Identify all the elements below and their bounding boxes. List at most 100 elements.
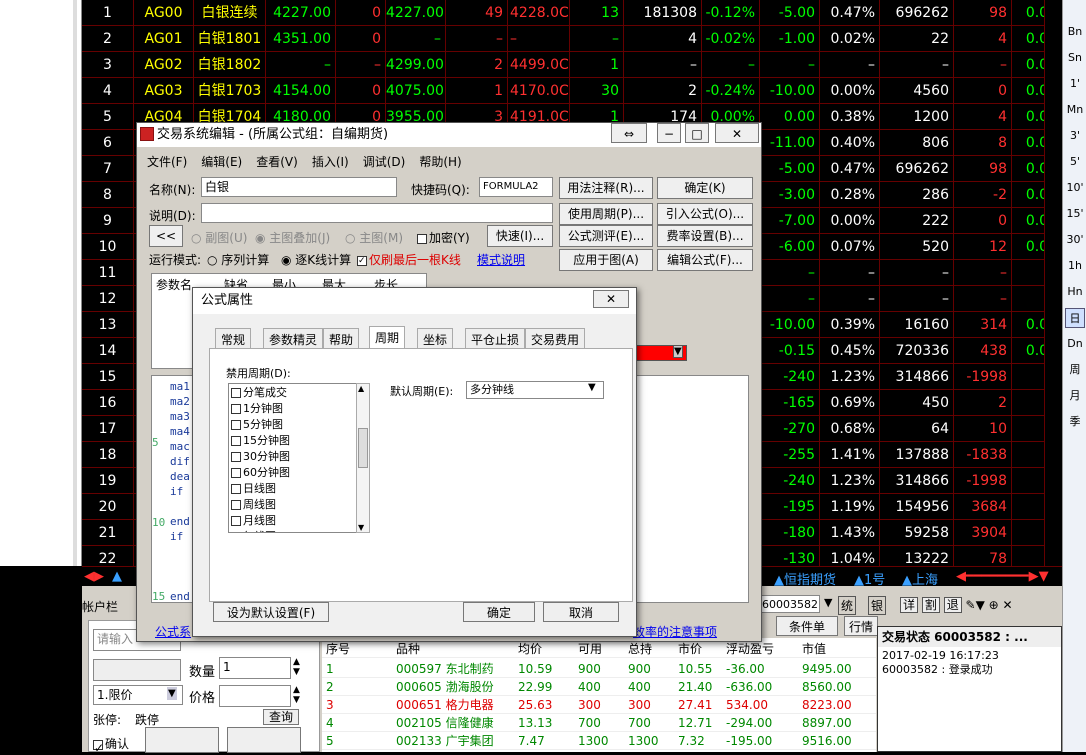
- account-btn-summary[interactable]: 统: [838, 596, 857, 615]
- radio-per-bar[interactable]: ◉ 逐K线计算: [281, 251, 351, 268]
- scroll-up-icon[interactable]: ▲: [358, 384, 364, 393]
- period-button[interactable]: 季: [1065, 412, 1085, 432]
- sell-button[interactable]: [227, 727, 301, 753]
- scroll-thumb[interactable]: [358, 428, 368, 468]
- holdings-row[interactable]: 3 000651 格力电器 25.63 300 300 27.41 534.00 8223.0…: [322, 696, 876, 714]
- tab-trade-fees[interactable]: 交易费用: [525, 328, 586, 350]
- radio-main-overlay[interactable]: ◉ 主图叠加(J): [255, 229, 330, 246]
- price-spinner-icon[interactable]: ▲ ▼: [293, 685, 300, 705]
- period-checkbox-item[interactable]: 月线图: [231, 513, 276, 529]
- tab-shanghai[interactable]: ▲上海: [902, 569, 938, 588]
- account-btn-split[interactable]: 割: [921, 597, 940, 613]
- period-button[interactable]: 3': [1065, 126, 1085, 146]
- period-checkbox-item[interactable]: 日线图: [231, 481, 276, 497]
- quote-row[interactable]: 3 AG02 白银1802– –4299.00 2 4499.0C 1– – – – – –0.00: [82, 52, 1062, 78]
- qty-spinner-icon[interactable]: ▲ ▼: [293, 657, 300, 677]
- period-button[interactable]: 10': [1065, 178, 1085, 198]
- import-formula-button[interactable]: 引入公式(O)...: [657, 203, 753, 225]
- account-btn-bank[interactable]: 银: [868, 596, 887, 615]
- menu-insert[interactable]: 插入(I): [312, 155, 349, 169]
- holdings-row[interactable]: 5 002133 广宇集团 7.47 1300 1300 7.32 -195.00 9516.…: [322, 732, 876, 750]
- chevron-down-icon[interactable]: ▼: [673, 345, 683, 358]
- period-checkbox-item[interactable]: 1分钟图: [231, 401, 283, 417]
- period-checkbox-item[interactable]: 30分钟图: [231, 449, 290, 465]
- period-button[interactable]: Mn: [1065, 100, 1085, 120]
- quote-row[interactable]: 4 AG03 白银1703 4154.00 0 4075.00 1 4170.0C 30 2 -0.…: [82, 78, 1062, 104]
- quote-row[interactable]: 2 AG01 白银1801 4351.00 0– – – –4 -0.02% -1.00 0.02%…: [82, 26, 1062, 52]
- tab-param-wizard[interactable]: 参数精灵: [263, 328, 324, 350]
- period-button[interactable]: 日: [1065, 308, 1085, 328]
- formula-test-button[interactable]: 公式测评(E)...: [559, 225, 653, 247]
- tools-icon[interactable]: ✎▼ ⊕ ✕: [966, 598, 1013, 612]
- restore-arrows-icon[interactable]: ⇔: [611, 123, 647, 143]
- props-ok-button[interactable]: 确定: [463, 602, 535, 622]
- period-button[interactable]: 5': [1065, 152, 1085, 172]
- quote-row[interactable]: 1 AG00 白银连续 4227.00 0 4227.00 49 4228.0C 13 18130…: [82, 0, 1062, 26]
- left-panel-scrollbar[interactable]: [73, 0, 77, 566]
- close-icon[interactable]: ✕: [593, 290, 629, 308]
- maximize-icon[interactable]: □: [685, 123, 709, 143]
- radio-subchart[interactable]: ○ 副图(U): [191, 229, 247, 246]
- mode-help-link[interactable]: 模式说明: [477, 251, 525, 268]
- last-bar-checkbox[interactable]: ✓ 仅刷最后一根K线: [357, 251, 461, 268]
- tab-scroll-right-icon[interactable]: ◀━━━━━━━━▶▼: [956, 569, 1049, 585]
- menu-debug[interactable]: 调试(D): [363, 155, 406, 169]
- desc-input[interactable]: [201, 203, 553, 223]
- period-button[interactable]: Dn: [1065, 334, 1085, 354]
- conditional-order-button[interactable]: 条件单: [776, 616, 838, 636]
- period-checkbox-item[interactable]: 年线图: [231, 529, 276, 532]
- chevron-down-icon[interactable]: ▼: [588, 382, 596, 393]
- period-button[interactable]: 周: [1065, 360, 1085, 380]
- period-checkbox-item[interactable]: 周线图: [231, 497, 276, 513]
- query-button[interactable]: 查询: [263, 709, 299, 725]
- tab-no1[interactable]: ▲1号: [854, 569, 885, 588]
- holdings-row[interactable]: 4 002105 信隆健康 13.13 700 700 12.71 -294.00 8897.…: [322, 714, 876, 732]
- minimize-icon[interactable]: −: [657, 123, 681, 143]
- quote-button[interactable]: 行情: [844, 616, 878, 636]
- notes-link[interactable]: 效率的注意事项: [633, 623, 717, 640]
- account-dropdown-icon[interactable]: ▼: [824, 596, 832, 609]
- props-cancel-button[interactable]: 取消: [543, 602, 619, 622]
- close-icon[interactable]: ✕: [715, 123, 759, 143]
- tab-help[interactable]: 帮助: [323, 328, 360, 350]
- chevron-down-icon[interactable]: ▼: [167, 687, 177, 700]
- set-default-button[interactable]: 设为默认设置(F): [213, 602, 329, 622]
- period-checkbox-item[interactable]: 60分钟图: [231, 465, 290, 481]
- period-button[interactable]: 15': [1065, 204, 1085, 224]
- scroll-down-icon[interactable]: ▼: [358, 523, 364, 532]
- encrypt-checkbox[interactable]: 加密(Y): [417, 229, 470, 246]
- quote-scrollbar[interactable]: [1044, 0, 1062, 566]
- account-select[interactable]: 60003582: [758, 595, 820, 613]
- holdings-row[interactable]: 2 000605 渤海股份 22.99 400 400 21.40 -636.00 8560.…: [322, 678, 876, 696]
- list-scrollbar[interactable]: ▲ ▼: [356, 383, 370, 533]
- menu-view[interactable]: 查看(V): [256, 155, 298, 169]
- qty-input[interactable]: 1: [219, 657, 291, 679]
- shortcut-input[interactable]: FORMULA2: [479, 177, 553, 197]
- period-checkbox-item[interactable]: 分笔成交: [231, 385, 287, 401]
- quick-button[interactable]: 快速(I)...: [487, 225, 553, 247]
- period-button[interactable]: 1': [1065, 74, 1085, 94]
- tab-hk-futures[interactable]: ▲恒指期货: [774, 569, 836, 588]
- price-input[interactable]: [219, 685, 291, 707]
- radio-main[interactable]: ○ 主图(M): [345, 229, 403, 246]
- period-button[interactable]: 30': [1065, 230, 1085, 250]
- period-button[interactable]: Hn: [1065, 282, 1085, 302]
- usage-notes-button[interactable]: 用法注释(R)...: [559, 177, 653, 199]
- period-checkbox-item[interactable]: 15分钟图: [231, 433, 290, 449]
- formula-name-input[interactable]: 白银: [201, 177, 397, 197]
- tab-period[interactable]: 周期: [369, 326, 406, 350]
- holdings-row[interactable]: 1 000597 东北制药 10.59 900 900 10.55 -36.00 9495.0…: [322, 660, 876, 678]
- tab-scroll-left-icon[interactable]: ◀▶: [84, 569, 104, 585]
- collapse-button[interactable]: <<: [149, 225, 183, 247]
- buy-button[interactable]: [145, 727, 219, 753]
- default-period-select[interactable]: 多分钟线: [466, 381, 604, 399]
- menu-file[interactable]: 文件(F): [147, 155, 187, 169]
- tab-axis[interactable]: 坐标: [417, 328, 454, 350]
- menu-help[interactable]: 帮助(H): [419, 155, 461, 169]
- period-button[interactable]: 月: [1065, 386, 1085, 406]
- tab-general[interactable]: 常规: [215, 328, 252, 350]
- account-btn-exit[interactable]: 退: [943, 597, 962, 613]
- period-button[interactable]: Bn: [1065, 22, 1085, 42]
- editor-ok-button[interactable]: 确定(K): [657, 177, 753, 199]
- account-btn-detail[interactable]: 详: [900, 597, 919, 613]
